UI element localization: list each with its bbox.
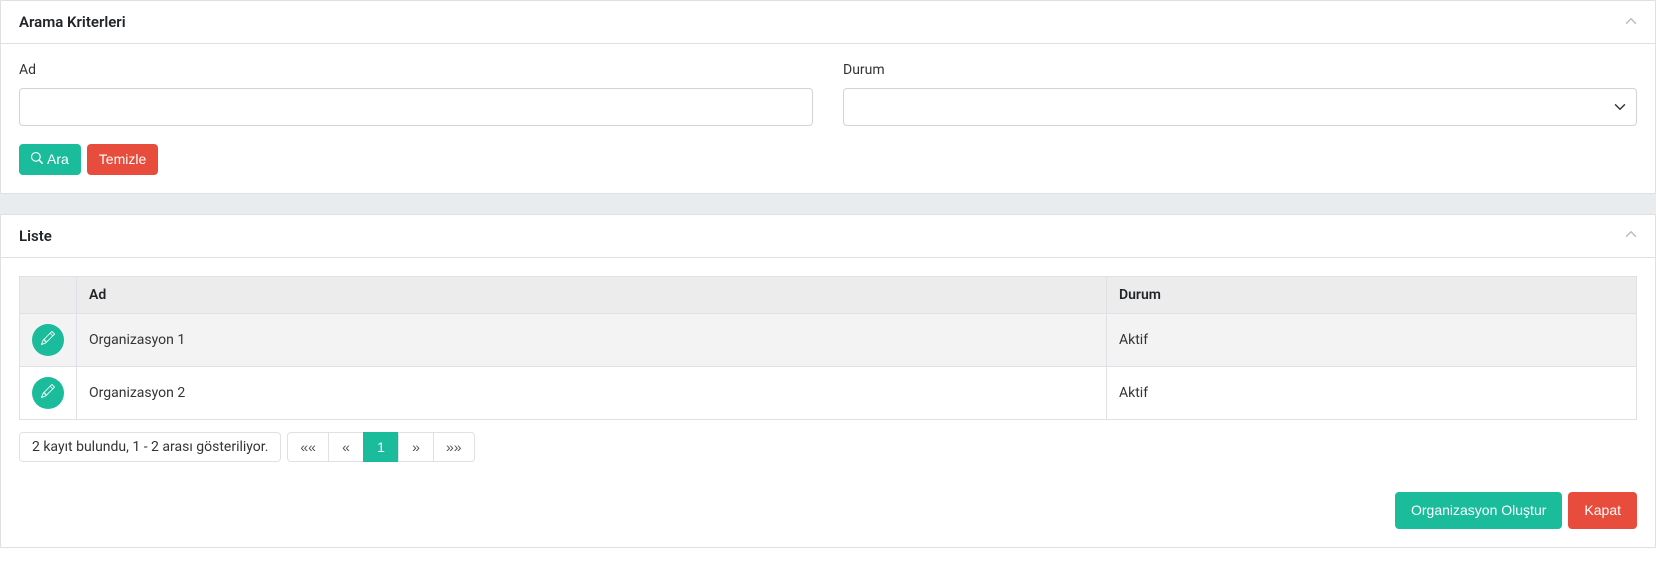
pagination: «« « 1 » »» xyxy=(287,432,474,462)
edit-button[interactable] xyxy=(32,377,64,409)
list-panel: Liste Ad Durum Organizasyon 1AktifOrgani… xyxy=(0,214,1656,548)
search-criteria-title: Arama Kriterleri xyxy=(19,13,126,31)
name-field-group: Ad xyxy=(19,62,813,126)
list-header: Liste xyxy=(1,215,1655,258)
table-header-name: Ad xyxy=(77,276,1107,313)
table-cell-status: Aktif xyxy=(1107,366,1637,419)
search-button[interactable]: Ara xyxy=(19,144,81,175)
table-row: Organizasyon 2Aktif xyxy=(20,366,1637,419)
search-icon xyxy=(31,151,43,168)
name-label: Ad xyxy=(19,62,813,78)
page-prev-button[interactable]: « xyxy=(328,432,364,462)
page-first-button[interactable]: «« xyxy=(287,432,329,462)
search-criteria-panel: Arama Kriterleri Ad Durum xyxy=(0,0,1656,194)
status-label: Durum xyxy=(843,62,1637,78)
pagination-wrap: 2 kayıt bulundu, 1 - 2 arası gösteriliyo… xyxy=(19,432,1637,462)
search-criteria-body: Ad Durum Ara Temizle xyxy=(1,44,1655,193)
table-row: Organizasyon 1Aktif xyxy=(20,313,1637,366)
list-body: Ad Durum Organizasyon 1AktifOrganizasyon… xyxy=(1,258,1655,547)
table-cell-name: Organizasyon 1 xyxy=(77,313,1107,366)
pencil-icon xyxy=(41,384,55,401)
create-organization-label: Organizasyon Oluştur xyxy=(1411,502,1546,519)
search-button-row: Ara Temizle xyxy=(19,144,1637,175)
table-cell-status: Aktif xyxy=(1107,313,1637,366)
clear-button[interactable]: Temizle xyxy=(87,144,158,175)
create-organization-button[interactable]: Organizasyon Oluştur xyxy=(1395,492,1562,529)
page-last-button[interactable]: »» xyxy=(433,432,475,462)
status-select[interactable] xyxy=(843,88,1637,126)
status-field-group: Durum xyxy=(843,62,1637,126)
list-title: Liste xyxy=(19,227,52,245)
clear-button-label: Temizle xyxy=(99,151,146,168)
pencil-icon xyxy=(41,331,55,348)
edit-button[interactable] xyxy=(32,324,64,356)
form-row: Ad Durum xyxy=(19,62,1637,126)
table-header-row: Ad Durum xyxy=(20,276,1637,313)
table-cell-name: Organizasyon 2 xyxy=(77,366,1107,419)
pagination-info: 2 kayıt bulundu, 1 - 2 arası gösteriliyo… xyxy=(19,432,281,462)
close-button[interactable]: Kapat xyxy=(1568,492,1637,529)
page-next-button[interactable]: » xyxy=(398,432,434,462)
collapse-icon[interactable] xyxy=(1625,228,1637,243)
organization-table: Ad Durum Organizasyon 1AktifOrganizasyon… xyxy=(19,276,1637,420)
name-input[interactable] xyxy=(19,88,813,126)
page-1-button[interactable]: 1 xyxy=(363,432,399,462)
search-criteria-header: Arama Kriterleri xyxy=(1,1,1655,44)
table-header-action xyxy=(20,276,77,313)
close-button-label: Kapat xyxy=(1584,502,1621,519)
footer-buttons: Organizasyon Oluştur Kapat xyxy=(19,492,1637,529)
table-cell-action xyxy=(20,366,77,419)
table-header-status: Durum xyxy=(1107,276,1637,313)
table-cell-action xyxy=(20,313,77,366)
collapse-icon[interactable] xyxy=(1625,15,1637,30)
search-button-label: Ara xyxy=(47,151,69,168)
